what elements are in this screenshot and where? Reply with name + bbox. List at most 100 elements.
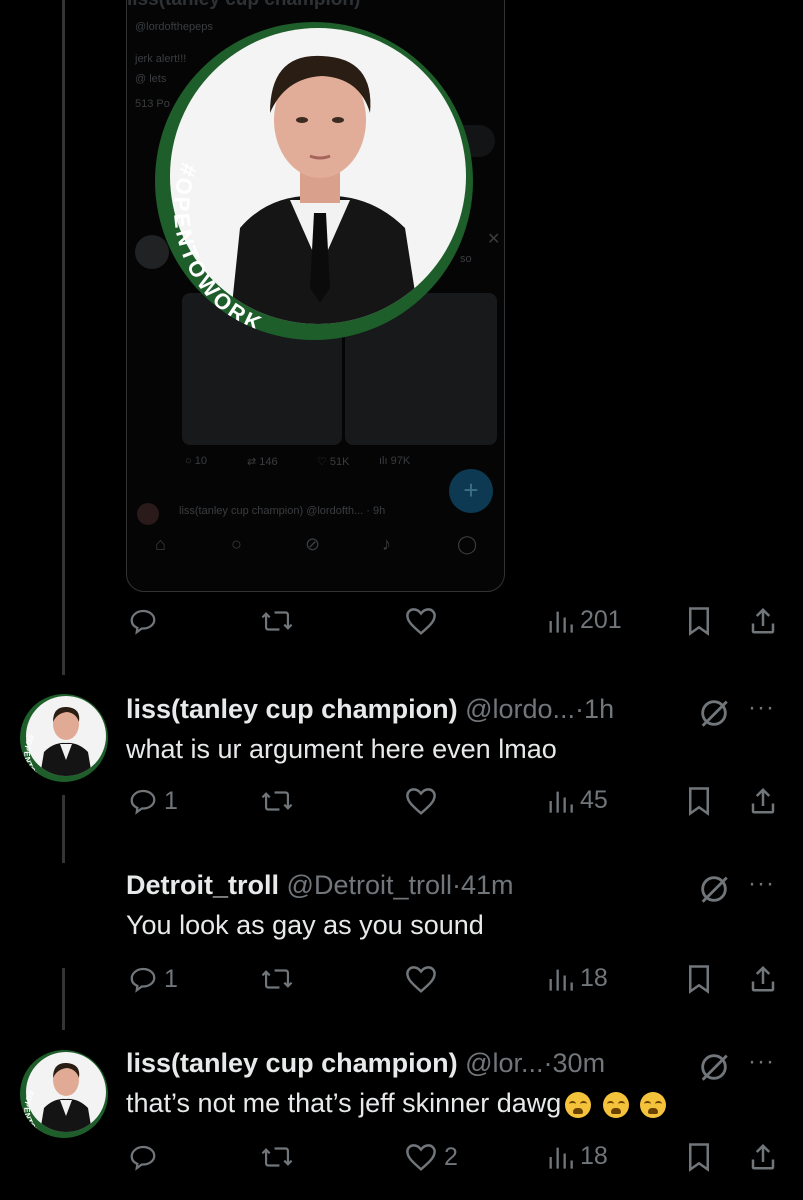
embedded-home-icon: ⌂ [155,534,166,554]
share-button[interactable] [748,1142,778,1172]
like-count: 2 [444,1142,458,1171]
like-button[interactable]: 2 [404,1142,458,1172]
avatar[interactable]: #OPENTOWORK [20,1050,108,1138]
repost-icon [261,611,293,631]
repost-icon [261,1147,293,1167]
like-button[interactable] [404,964,444,994]
embedded-title: liss(tanley cup champion) [127,0,360,11]
timestamp[interactable]: 41m [461,870,514,900]
reply-icon [130,1145,156,1171]
separator-dot: · [452,870,461,900]
reply-button[interactable] [128,1142,164,1172]
svg-text:#OPENTOWORK: #OPENTOWORK [22,733,58,782]
embedded-close-icon: ✕ [487,231,501,248]
bookmark-button[interactable] [686,786,712,816]
reply-count: 1 [164,964,178,993]
share-button[interactable] [748,786,778,816]
share-icon [751,1143,775,1170]
views-button[interactable]: 18 [546,1142,608,1171]
tweet-body: that’s not me that’s jeff skinner dawg [126,1088,667,1119]
opentowork-ring: #OPENTOWORK [22,733,58,782]
author-handle[interactable]: @lordo... [465,694,575,724]
tweet-header: liss(tanley cup champion) @lordo...·1h [126,694,614,725]
bookmark-icon [689,965,709,994]
author-name[interactable]: Detroit_troll [126,870,279,900]
reply-button[interactable]: 1 [128,964,178,994]
repost-button[interactable] [260,964,294,994]
bookmark-button[interactable] [686,1142,712,1172]
views-icon [549,611,573,633]
embedded-reply-line: liss(tanley cup champion) @lordofth... ·… [179,505,385,517]
loudly-crying-emoji [640,1091,667,1118]
views-icon [549,969,573,991]
views-button[interactable]: 45 [546,786,608,815]
embedded-replies: ○ 10 [185,455,207,467]
reply-icon [130,609,156,635]
embedded-likes: ♡ 51K [317,456,350,468]
author-name[interactable]: liss(tanley cup champion) [126,1048,458,1078]
embedded-compose-button: + [449,469,493,513]
thread-line-top [62,0,65,675]
like-icon [406,788,436,815]
embedded-reply-dot: · [366,505,370,517]
grok-icon[interactable] [697,696,731,730]
bookmark-button[interactable] [686,606,712,636]
share-icon [751,787,775,814]
embedded-views: ılı 97K [379,455,411,467]
tweet-actions: 1 18 [0,964,803,1004]
embedded-search-icon: ○ [231,534,242,554]
loudly-crying-emoji [565,1091,592,1118]
embedded-likes-count: 51K [329,456,350,468]
grok-icon[interactable] [697,1050,731,1084]
bookmark-button[interactable] [686,964,712,994]
repost-button[interactable] [260,786,294,816]
author-handle[interactable]: @Detroit_troll [287,870,452,900]
separator-dot: · [543,1048,553,1078]
bookmark-icon [689,787,709,816]
like-button[interactable] [404,786,444,816]
views-count: 45 [580,786,608,814]
share-button[interactable] [748,606,778,636]
share-icon [751,965,775,992]
views-button[interactable]: 18 [546,964,608,993]
embedded-replies-count: 10 [194,455,207,467]
bookmark-icon [689,607,709,636]
repost-button[interactable] [260,1142,294,1172]
author-name[interactable]: liss(tanley cup champion) [126,694,458,724]
like-icon [406,1144,436,1171]
reply-button[interactable] [128,606,158,636]
tweet-actions: 2 18 [0,1142,803,1182]
tweet-header: liss(tanley cup champion) @lor...·30m [126,1048,605,1079]
embedded-reposts-count: 146 [259,456,278,468]
grok-icon[interactable] [697,872,731,906]
embedded-reply-handle: @lordofth... [306,505,364,517]
bookmark-icon [689,1143,709,1172]
separator-dot: · [575,694,585,724]
views-count: 201 [580,606,622,634]
repost-button[interactable] [260,606,294,636]
views-count: 18 [580,1142,608,1170]
author-handle[interactable]: @lor... [465,1048,543,1078]
tweet-header: Detroit_troll @Detroit_troll·41m [126,870,514,901]
like-icon [406,608,436,635]
like-icon [406,966,436,993]
views-icon [549,1147,573,1169]
reply-button[interactable]: 1 [128,786,178,816]
views-button[interactable]: 201 [546,606,622,635]
tweet-actions: 1 45 [0,786,803,826]
more-icon[interactable]: ··· [748,694,775,722]
timestamp[interactable]: 1h [584,694,614,724]
more-icon[interactable]: ··· [748,870,775,898]
timestamp[interactable]: 30m [553,1048,606,1078]
share-icon [751,607,775,634]
avatar[interactable]: #OPENTOWORK [20,694,108,782]
like-button[interactable] [404,606,438,636]
svg-text:#OPENTOWORK: #OPENTOWORK [22,1089,58,1138]
reply-count: 1 [164,786,178,815]
embedded-reply-avatar [137,503,159,525]
share-button[interactable] [748,964,778,994]
tweet-text: You look as gay as you sound [126,910,484,940]
more-icon[interactable]: ··· [748,1048,775,1076]
opentowork-badge-text: #OPENTOWORK [169,160,268,337]
views-icon [549,791,573,813]
